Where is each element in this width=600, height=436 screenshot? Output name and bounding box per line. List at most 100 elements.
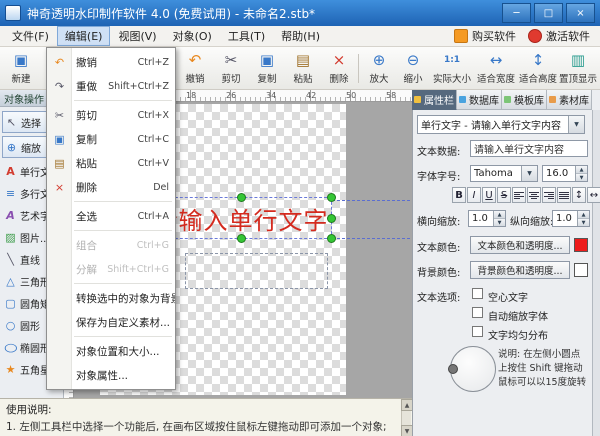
copy-button[interactable]: ▣ 复制 xyxy=(250,50,284,87)
object-selector-dropdown[interactable]: 单行文字 - 请输入单行文字内容 ▼ xyxy=(417,115,585,134)
spin-down-icon: ▼ xyxy=(578,219,589,226)
maximize-button[interactable]: □ xyxy=(534,3,563,23)
selection-handle[interactable] xyxy=(237,234,246,243)
delete-button[interactable]: × 删除 xyxy=(322,50,356,87)
undo-button[interactable]: ↶ 撤销 xyxy=(178,50,212,87)
text-color-button[interactable]: 文本颜色和透明度... xyxy=(470,236,570,254)
zoom-in-button[interactable]: ⊕ 放大 xyxy=(362,50,396,87)
pin-top-button[interactable]: ▥ 置顶显示 xyxy=(558,50,598,87)
text-object-content[interactable]: 请输入单行文字 xyxy=(154,201,329,236)
zoom-out-icon: ⊖ xyxy=(407,52,420,68)
scale-x-stepper[interactable]: 1.0 ▲▼ xyxy=(468,210,506,227)
text-color-swatch[interactable] xyxy=(574,238,588,252)
ruler-number: 34 xyxy=(266,91,276,100)
text-color-label: 文本颜色: xyxy=(417,239,460,254)
selection-handle[interactable] xyxy=(327,234,336,243)
menu-separator xyxy=(74,283,172,284)
triangle-icon: △ xyxy=(4,275,17,288)
menu-tools[interactable]: 工具(T) xyxy=(220,26,273,46)
menu-object[interactable]: 对象(O) xyxy=(165,26,220,46)
vertical-align-icon: ↕ xyxy=(575,190,583,201)
menu-view[interactable]: 视图(V) xyxy=(110,26,164,46)
activate-software-button[interactable]: 激活软件 xyxy=(528,28,590,44)
rotation-handle-dot[interactable] xyxy=(448,364,458,374)
object-bounds-outline xyxy=(185,253,328,289)
menu-item-ungroup[interactable]: 分解 Shift+Ctrl+G xyxy=(47,257,175,281)
menu-file[interactable]: 文件(F) xyxy=(4,26,57,46)
selected-text-object[interactable]: 请输入单行文字 xyxy=(150,197,332,239)
menu-item-cut[interactable]: ✂ 剪切 Ctrl+X xyxy=(47,103,175,127)
checkbox-auto-scale-font[interactable] xyxy=(472,307,483,318)
selection-handle[interactable] xyxy=(237,193,246,202)
underline-button[interactable]: U xyxy=(482,187,496,203)
copy-icon: ▣ xyxy=(51,133,68,146)
selection-handle[interactable] xyxy=(327,193,336,202)
menu-item-copy[interactable]: ▣ 复制 Ctrl+C xyxy=(47,127,175,151)
font-family-dropdown[interactable]: Tahoma ▼ xyxy=(470,165,538,182)
star-icon: ★ xyxy=(4,363,17,376)
menu-item-object-position-size[interactable]: 对象位置和大小... xyxy=(47,339,175,363)
menu-item-delete[interactable]: × 删除 Del xyxy=(47,175,175,199)
menu-item-undo[interactable]: ↶ 撤销 Ctrl+Z xyxy=(47,50,175,74)
rotation-note-line3: 鼠标可以以15度旋转 xyxy=(498,374,594,388)
menu-item-paste[interactable]: ▤ 粘贴 Ctrl+V xyxy=(47,151,175,175)
menu-help[interactable]: 帮助(H) xyxy=(273,26,328,46)
horizontal-fit-button[interactable]: ↔ xyxy=(587,187,600,203)
scale-y-label: 纵向缩放: xyxy=(510,213,553,228)
vertical-align-button[interactable]: ↕ xyxy=(572,187,586,203)
menu-separator xyxy=(74,230,172,231)
buy-software-button[interactable]: 购买软件 xyxy=(454,28,516,44)
actual-size-button[interactable]: 1:1 实际大小 xyxy=(430,50,474,87)
tab-properties[interactable]: 属性栏 xyxy=(412,90,457,110)
text-data-input[interactable] xyxy=(470,140,588,157)
cart-icon xyxy=(454,29,468,43)
strikethrough-button[interactable]: S xyxy=(497,187,511,203)
menu-item-group[interactable]: 组合 Ctrl+G xyxy=(47,233,175,257)
align-right-button[interactable] xyxy=(542,187,556,203)
tab-materials[interactable]: 素材库 xyxy=(547,90,592,110)
bg-color-swatch[interactable] xyxy=(574,263,588,277)
zoom-in-icon: ⊕ xyxy=(373,52,386,68)
cut-button[interactable]: ✂ 剪切 xyxy=(214,50,248,87)
new-file-icon: ▣ xyxy=(14,52,28,68)
redo-icon: ↷ xyxy=(51,80,68,93)
menu-item-redo[interactable]: ↷ 重做 Shift+Ctrl+Z xyxy=(47,74,175,98)
checkbox-even-distribution[interactable] xyxy=(472,326,483,337)
fit-width-button[interactable]: ↔ 适合宽度 xyxy=(474,50,518,87)
fit-height-button[interactable]: ↕ 适合高度 xyxy=(516,50,560,87)
paste-button[interactable]: ▤ 粘贴 xyxy=(286,50,320,87)
align-right-icon xyxy=(544,192,554,199)
minimize-button[interactable]: ─ xyxy=(502,3,531,23)
bg-color-button[interactable]: 背景颜色和透明度... xyxy=(470,261,570,279)
rounded-rect-icon: ▢ xyxy=(4,297,17,310)
close-button[interactable]: × xyxy=(566,3,595,23)
word-art-icon: A xyxy=(4,209,17,222)
help-line: 1. 左侧工具栏中选择一个功能后, 在画布区域按住鼠标左键拖动即可添加一个对象; xyxy=(6,419,396,434)
menu-separator xyxy=(74,336,172,337)
magnifier-icon: ⊕ xyxy=(5,141,18,154)
menu-item-save-as-material[interactable]: 保存为自定义素材... xyxy=(47,310,175,334)
menu-item-select-all[interactable]: 全选 Ctrl+A xyxy=(47,204,175,228)
selection-handle[interactable] xyxy=(327,214,336,223)
menu-item-convert-to-background[interactable]: 转换选中的对象为背景 xyxy=(47,286,175,310)
align-center-button[interactable] xyxy=(527,187,541,203)
spin-up-icon: ▲ xyxy=(576,166,587,174)
scale-y-stepper[interactable]: 1.0 ▲▼ xyxy=(552,210,590,227)
new-button[interactable]: ▣ 新建 xyxy=(4,50,38,87)
menu-item-object-properties[interactable]: 对象属性... xyxy=(47,363,175,387)
align-left-button[interactable] xyxy=(512,187,526,203)
checkbox-hollow-text[interactable] xyxy=(472,288,483,299)
spin-up-icon: ▲ xyxy=(578,211,589,219)
cursor-icon: ↖ xyxy=(5,116,18,129)
application-window: 神奇透明水印制作软件 4.0 (免费试用) - 未命名2.stb* ─ □ × … xyxy=(0,0,600,436)
font-size-stepper[interactable]: 16.0 ▲▼ xyxy=(542,165,588,182)
guide-line xyxy=(332,238,410,239)
bold-button[interactable]: B xyxy=(452,187,466,203)
tab-templates[interactable]: 模板库 xyxy=(502,90,547,110)
justify-button[interactable] xyxy=(557,187,571,203)
text-format-toolbar: B I U S ↕ ↔ xyxy=(452,187,600,203)
tab-database[interactable]: 数据库 xyxy=(457,90,502,110)
italic-button[interactable]: I xyxy=(467,187,481,203)
zoom-out-button[interactable]: ⊖ 缩小 xyxy=(396,50,430,87)
menu-edit[interactable]: 编辑(E) xyxy=(57,26,111,46)
